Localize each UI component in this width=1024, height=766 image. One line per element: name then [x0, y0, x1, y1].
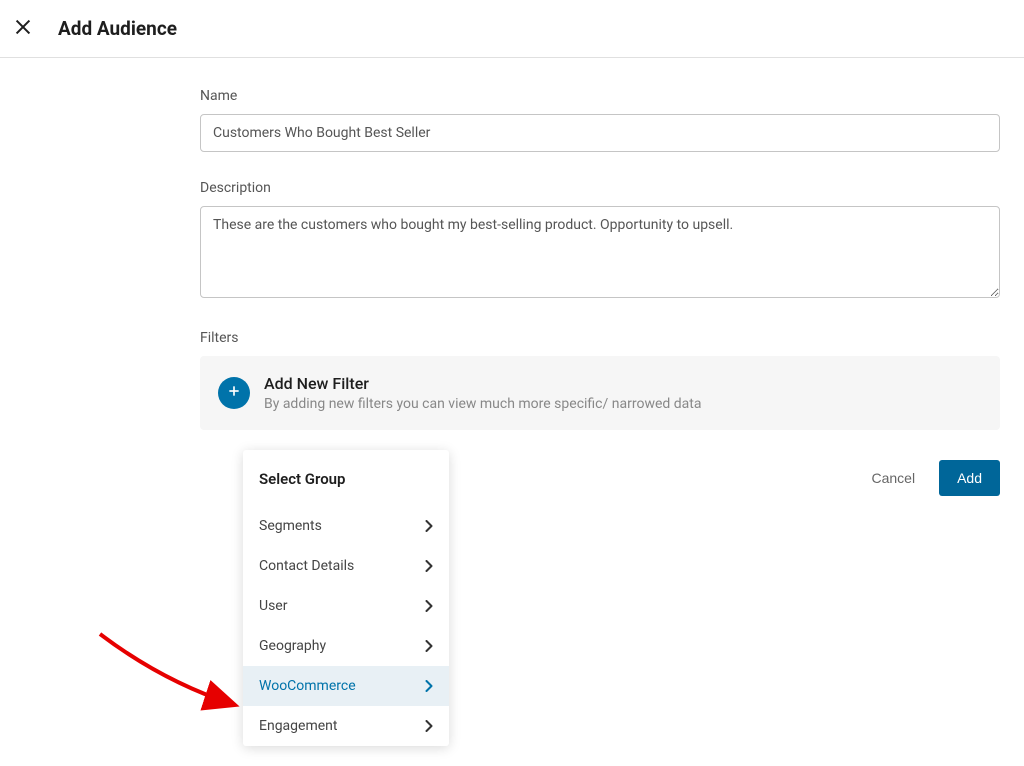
modal-header: Add Audience [0, 0, 1024, 58]
chevron-right-icon [425, 600, 433, 612]
chevron-right-icon [425, 520, 433, 532]
dropdown-item-engagement[interactable]: Engagement [243, 706, 449, 746]
add-filter-card[interactable]: Add New Filter By adding new filters you… [200, 356, 1000, 430]
description-textarea[interactable] [200, 206, 1000, 298]
filters-label: Filters [200, 330, 1000, 346]
add-filter-title: Add New Filter [264, 374, 701, 393]
dropdown-item-segments[interactable]: Segments [243, 506, 449, 546]
chevron-right-icon [425, 720, 433, 732]
annotation-arrow [92, 626, 252, 730]
add-filter-button[interactable] [218, 377, 250, 409]
chevron-right-icon [425, 560, 433, 572]
dropdown-item-label: Segments [259, 518, 322, 534]
modal-title: Add Audience [58, 17, 177, 40]
dropdown-item-label: Contact Details [259, 558, 354, 574]
chevron-right-icon [425, 680, 433, 692]
cancel-button[interactable]: Cancel [855, 460, 931, 496]
form-content: Name Description Filters Add New Filter … [200, 58, 1000, 496]
description-label: Description [200, 180, 1000, 196]
plus-icon [226, 383, 242, 403]
close-icon [12, 16, 34, 41]
name-field-group: Name [200, 88, 1000, 152]
dropdown-item-user[interactable]: User [243, 586, 449, 626]
dropdown-item-label: Geography [259, 638, 326, 654]
dropdown-item-contact-details[interactable]: Contact Details [243, 546, 449, 586]
name-label: Name [200, 88, 1000, 104]
description-field-group: Description [200, 180, 1000, 302]
chevron-right-icon [425, 640, 433, 652]
dropdown-item-geography[interactable]: Geography [243, 626, 449, 666]
dropdown-item-woocommerce[interactable]: WooCommerce [243, 666, 449, 706]
dropdown-item-label: WooCommerce [259, 678, 356, 694]
filters-section: Filters Add New Filter By adding new fil… [200, 330, 1000, 430]
dropdown-item-label: Engagement [259, 718, 337, 734]
dropdown-item-label: User [259, 598, 287, 614]
add-button[interactable]: Add [939, 460, 1000, 496]
add-filter-text: Add New Filter By adding new filters you… [264, 374, 701, 412]
dropdown-header: Select Group [243, 462, 449, 506]
close-button[interactable] [8, 12, 38, 45]
name-input[interactable] [200, 114, 1000, 152]
select-group-dropdown: Select Group Segments Contact Details User… [243, 450, 449, 746]
add-filter-subtitle: By adding new filters you can view much … [264, 396, 701, 412]
